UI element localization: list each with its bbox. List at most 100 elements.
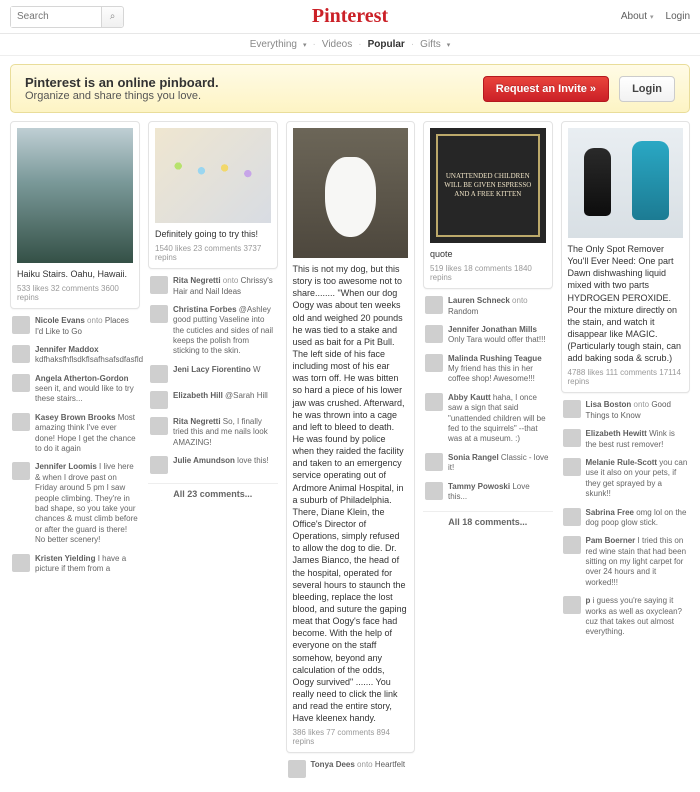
search-input[interactable] (11, 7, 101, 27)
column: The Only Spot Remover You'll Ever Need: … (561, 121, 691, 642)
avatar[interactable] (563, 400, 581, 418)
signup-banner: Pinterest is an online pinboard. Organiz… (10, 64, 690, 113)
pin[interactable]: The Only Spot Remover You'll Ever Need: … (561, 121, 691, 393)
comment: Kasey Brown Brooks Most amazing think I'… (10, 409, 140, 459)
banner-login-button[interactable]: Login (619, 76, 675, 102)
avatar[interactable] (12, 413, 30, 431)
pin-image[interactable] (293, 128, 409, 258)
comment: Pam Boerner I tried this on red wine sta… (561, 532, 691, 592)
avatar[interactable] (425, 296, 443, 314)
search-button[interactable]: ⌕ (101, 7, 123, 27)
avatar[interactable] (150, 365, 168, 383)
avatar[interactable] (425, 453, 443, 471)
comment-text: Elizabeth Hewitt Wink is the best rust r… (586, 429, 689, 450)
pin-image[interactable] (17, 128, 133, 263)
comment-text: Tonya Dees onto Heartfelt (311, 760, 406, 778)
login-link[interactable]: Login (666, 11, 690, 22)
logo[interactable]: Pinterest (312, 5, 388, 28)
avatar[interactable] (425, 354, 443, 372)
search-wrap: ⌕ (10, 6, 124, 28)
avatar[interactable] (563, 536, 581, 554)
column: This is not my dog, but this story is to… (286, 121, 416, 782)
comment: Sonia Rangel Classic - love it! (423, 449, 553, 478)
comment-text: Pam Boerner I tried this on red wine sta… (586, 536, 689, 588)
avatar[interactable] (563, 596, 581, 614)
banner-title: Pinterest is an online pinboard. (25, 75, 473, 90)
cat-gifts-chev: ▾ (447, 41, 451, 49)
cat-videos[interactable]: Videos (322, 39, 352, 50)
comment: Sabrina Free omg lol on the dog poop glo… (561, 504, 691, 533)
avatar[interactable] (12, 316, 30, 334)
comment: Nicole Evans onto Places I'd Like to Go (10, 312, 140, 341)
top-bar: ⌕ Pinterest About▾ Login (0, 0, 700, 34)
avatar[interactable] (12, 462, 30, 480)
comment: Lisa Boston onto Good Things to Know (561, 396, 691, 425)
comment-text: Jennifer Maddox kdfhaksfhflsdkflsafhsafs… (35, 345, 143, 366)
pin-image[interactable] (155, 128, 271, 223)
avatar[interactable] (12, 374, 30, 392)
column: Definitely going to try this! 1540 likes… (148, 121, 278, 504)
pin-stats: 519 likes 18 comments 1840 repins (430, 264, 546, 282)
comment-text: Malinda Rushing Teague My friend has thi… (448, 354, 551, 385)
pin-stats: 4788 likes 111 comments 17114 repins (568, 368, 684, 386)
comment-text: Angela Atherton-Gordon seen it, and woul… (35, 374, 138, 405)
comment: Angela Atherton-Gordon seen it, and woul… (10, 370, 140, 409)
avatar[interactable] (288, 760, 306, 778)
comment-text: Kristen Yielding I have a picture if the… (35, 554, 138, 575)
comment-text: Sabrina Free omg lol on the dog poop glo… (586, 508, 689, 529)
avatar[interactable] (150, 305, 168, 323)
comment: Christina Forbes @Ashley good putting Va… (148, 301, 278, 361)
comment: Jennifer Maddox kdfhaksfhflsdkflsafhsafs… (10, 341, 140, 370)
pin-image[interactable]: UNATTENDED CHILDREN WILL BE GIVEN ESPRES… (430, 128, 546, 243)
comment-text: Abby Kautt haha, I once saw a sign that … (448, 393, 551, 445)
avatar[interactable] (150, 276, 168, 294)
comment: Jennifer Jonathan Mills Only Tara would … (423, 321, 553, 350)
pin[interactable]: UNATTENDED CHILDREN WILL BE GIVEN ESPRES… (423, 121, 553, 289)
comment-text: Nicole Evans onto Places I'd Like to Go (35, 316, 138, 337)
avatar[interactable] (12, 554, 30, 572)
comment-text: Kasey Brown Brooks Most amazing think I'… (35, 413, 138, 455)
avatar[interactable] (425, 325, 443, 343)
request-invite-button[interactable]: Request an Invite » (483, 76, 609, 102)
comment: Elizabeth Hewitt Wink is the best rust r… (561, 425, 691, 454)
comment: Jeni Lacy Fiorentino W (148, 361, 278, 387)
pin-grid: Haiku Stairs. Oahu, Hawaii. 533 likes 32… (0, 121, 700, 792)
comment-text: Jeni Lacy Fiorentino W (173, 365, 261, 383)
column: UNATTENDED CHILDREN WILL BE GIVEN ESPRES… (423, 121, 553, 532)
avatar[interactable] (425, 482, 443, 500)
about-link[interactable]: About▾ (621, 11, 654, 22)
cat-gifts[interactable]: Gifts (420, 39, 441, 50)
cat-everything[interactable]: Everything (250, 39, 297, 50)
pin-image[interactable] (568, 128, 684, 238)
comment-text: Rita Negretti So, I finally tried this a… (173, 417, 276, 448)
pin[interactable]: This is not my dog, but this story is to… (286, 121, 416, 753)
all-comments-link[interactable]: All 23 comments... (148, 483, 278, 504)
pin[interactable]: Haiku Stairs. Oahu, Hawaii. 533 likes 32… (10, 121, 140, 309)
avatar[interactable] (563, 429, 581, 447)
comment-text: Melanie Rule-Scott you can use it also o… (586, 458, 689, 500)
avatar[interactable] (150, 456, 168, 474)
comment-text: Lauren Schneck onto Random (448, 296, 551, 317)
comment: Lauren Schneck onto Random (423, 292, 553, 321)
pin-stats: 533 likes 32 comments 3600 repins (17, 284, 133, 302)
comment: Tonya Dees onto Heartfelt (286, 756, 416, 782)
comment-text: Lisa Boston onto Good Things to Know (586, 400, 689, 421)
search-icon: ⌕ (110, 11, 116, 22)
comment-text: Sonia Rangel Classic - love it! (448, 453, 551, 474)
pin[interactable]: Definitely going to try this! 1540 likes… (148, 121, 278, 269)
avatar[interactable] (12, 345, 30, 363)
comment: Rita Negretti So, I finally tried this a… (148, 413, 278, 452)
avatar[interactable] (150, 417, 168, 435)
comment: Elizabeth Hill @Sarah Hill (148, 387, 278, 413)
comment: Rita Negretti onto Chrissy's Hair and Na… (148, 272, 278, 301)
avatar[interactable] (150, 391, 168, 409)
avatar[interactable] (563, 458, 581, 476)
all-comments-link[interactable]: All 18 comments... (423, 511, 553, 532)
cat-popular[interactable]: Popular (368, 39, 405, 50)
comment: p i guess you're saying it works as well… (561, 592, 691, 642)
cat-everything-chev: ▾ (303, 41, 307, 49)
comment-text: Jennifer Jonathan Mills Only Tara would … (448, 325, 551, 346)
pin-stats: 386 likes 77 comments 894 repins (293, 728, 409, 746)
comment: Melanie Rule-Scott you can use it also o… (561, 454, 691, 504)
avatar[interactable] (425, 393, 443, 411)
